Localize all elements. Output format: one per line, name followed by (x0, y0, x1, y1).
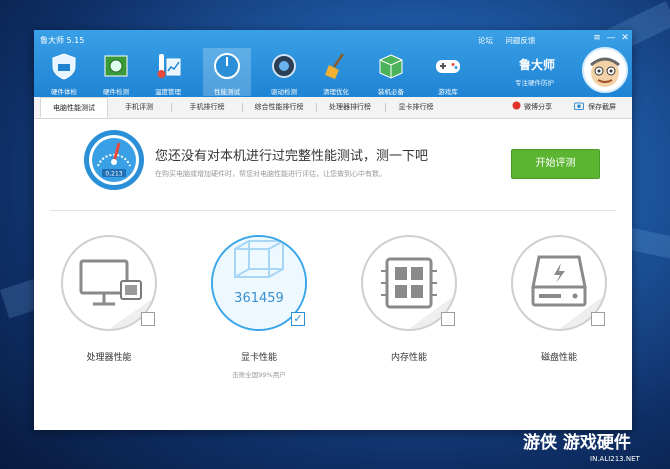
divider (50, 210, 616, 211)
cpu-performance-label: 处理器性能 (86, 353, 132, 363)
nav-temperature[interactable]: 温度管理 (144, 48, 192, 96)
tab-separator (316, 103, 317, 112)
nav-essentials[interactable]: 装机必备 (367, 48, 415, 96)
hero-title: 您还没有对本机进行过完整性能测试，测一下吧 (155, 149, 429, 164)
share-icon (512, 101, 521, 112)
tab-separator (385, 103, 386, 112)
avatar[interactable] (582, 47, 628, 93)
nav-game-library[interactable]: 游戏库 (424, 48, 472, 96)
start-test-button[interactable]: 开始评测 (511, 149, 600, 179)
hero-subtitle: 在购买电脑或增加硬件时，帮您对电脑性能进行评估，让您做到心中有数。 (155, 170, 386, 178)
cpu-checkbox[interactable] (141, 312, 155, 326)
nav-hardware-checkup[interactable]: 硬件体检 (40, 48, 88, 96)
memory-performance-label: 内存性能 (390, 353, 427, 363)
nav-hardware-detect[interactable]: 硬件检测 (92, 48, 140, 96)
mascot-icon (590, 57, 620, 87)
forum-link[interactable]: 论坛 (478, 36, 493, 45)
tab-overall-ranking[interactable]: 综合性能排行榜 (246, 97, 312, 118)
tab-separator (242, 103, 243, 112)
tab-pc-performance[interactable]: 电脑性能测试 (40, 97, 108, 118)
close-button[interactable]: ✕ (618, 32, 632, 44)
gpu-checkbox[interactable]: ✓ (291, 312, 305, 326)
tab-gpu-ranking[interactable]: 显卡排行榜 (388, 97, 444, 118)
gpu-rank-note: 击败全国99%用户 (232, 371, 286, 379)
brand-name: 鲁大师 (519, 58, 556, 72)
nav-label: 装机必备 (378, 88, 404, 96)
menu-button[interactable]: ≡ (590, 32, 604, 44)
nav-label: 清理优化 (323, 88, 349, 96)
box-icon (379, 54, 403, 79)
gpu-score: 361459 (234, 291, 284, 306)
app-window: 鲁大师 5.15 论坛 问题反馈 ≡ — ✕ 硬件体检 硬件检测 温度管理 性能… (34, 30, 632, 430)
nav-driver-detect[interactable]: 驱动检测 (260, 48, 308, 96)
camera-icon (574, 101, 584, 112)
chip-board-icon (104, 55, 128, 77)
tab-separator (171, 103, 172, 112)
nav-label: 性能测试 (214, 88, 240, 96)
nav-label: 硬件检测 (103, 88, 129, 96)
title-bar: 鲁大师 5.15 论坛 问题反馈 ≡ — ✕ 硬件体检 硬件检测 温度管理 性能… (34, 30, 632, 97)
nav-label: 游戏库 (438, 88, 458, 96)
thermometer-icon (157, 54, 181, 78)
save-screenshot-link[interactable]: 保存截屏 (588, 102, 616, 112)
speedometer-icon (214, 53, 240, 79)
broom-icon (325, 53, 345, 79)
disk-checkbox[interactable] (591, 312, 605, 326)
nav-label: 驱动检测 (271, 88, 297, 96)
memory-checkbox[interactable] (441, 312, 455, 326)
gear-icon (272, 54, 296, 78)
dial-readout: 0,213 (105, 171, 122, 178)
app-title: 鲁大师 5.15 (40, 36, 85, 45)
tab-phone-review[interactable]: 手机评测 (114, 97, 164, 118)
tab-bar: 电脑性能测试 手机评测 手机排行榜 综合性能排行榜 处理器排行榜 显卡排行榜 微… (34, 97, 632, 119)
nav-label: 硬件体检 (51, 88, 77, 96)
gpu-performance-label: 显卡性能 (240, 353, 277, 363)
top-links: 论坛 问题反馈 (478, 35, 545, 46)
nav-performance-test[interactable]: 性能测试 (203, 48, 251, 96)
tab-phone-ranking[interactable]: 手机排行榜 (178, 97, 236, 118)
tab-cpu-ranking[interactable]: 处理器排行榜 (319, 97, 381, 118)
speedometer-dial: 0,213 (82, 128, 146, 192)
gamepad-icon (436, 60, 460, 73)
watermark-main: 游侠 游戏硬件 (523, 433, 631, 453)
brand-slogan: 专注硬件防护 (515, 79, 554, 87)
watermark-sub: IN.ALI213.NET (590, 455, 640, 463)
feedback-link[interactable]: 问题反馈 (505, 36, 535, 45)
weibo-share-link[interactable]: 微博分享 (524, 102, 552, 112)
site-watermark: 游侠 游戏硬件 IN.ALI213.NET (520, 428, 670, 469)
nav-clean-optimize[interactable]: 清理优化 (312, 48, 360, 96)
speedometer-icon: 0,213 (84, 130, 144, 190)
nav-label: 温度管理 (155, 88, 181, 96)
shield-icon (52, 53, 76, 80)
minimize-button[interactable]: — (604, 32, 618, 44)
disk-performance-label: 磁盘性能 (540, 353, 577, 363)
